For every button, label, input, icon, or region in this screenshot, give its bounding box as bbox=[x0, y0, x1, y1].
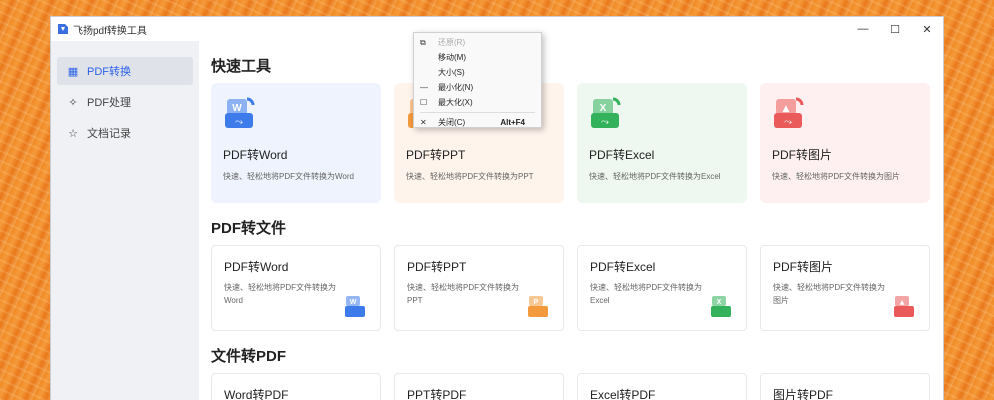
svg-text:X: X bbox=[600, 103, 607, 114]
card-title: PDF转PPT bbox=[407, 260, 467, 274]
sidebar: ▦ PDF转换 ✧ PDF处理 ☆ 文档记录 bbox=[51, 41, 199, 400]
image-pdf-icon: ▲ ⤳ bbox=[774, 97, 804, 128]
card-desc: 快速、轻松地将PDF文件转换为Word bbox=[224, 283, 336, 305]
menu-item-close[interactable]: ✕ 关闭(C) Alt+F4 bbox=[414, 115, 541, 130]
svg-text:⤳: ⤳ bbox=[601, 117, 609, 128]
sidebar-item-label: PDF处理 bbox=[87, 97, 131, 109]
menu-separator bbox=[420, 112, 535, 113]
svg-text:X: X bbox=[717, 299, 722, 306]
card-title: PDF转图片 bbox=[773, 260, 834, 274]
grid-icon: ▦ bbox=[67, 65, 79, 78]
svg-text:⤳: ⤳ bbox=[784, 117, 792, 128]
window-title: 飞扬pdf转换工具 bbox=[73, 25, 147, 37]
card-pdf-to-excel[interactable]: PDF转Excel 快速、轻松地将PDF文件转换为Excel X bbox=[577, 245, 747, 331]
menu-item-label: 最小化(N) bbox=[438, 83, 474, 92]
pdf-to-file-grid: PDF转Word 快速、轻松地将PDF文件转换为Word W PDF转PPT 快… bbox=[211, 245, 931, 331]
app-logo-icon bbox=[58, 24, 68, 34]
close-button[interactable]: ✕ bbox=[911, 17, 943, 41]
file-to-pdf-grid: Word转PDF PPT转PDF Excel转PDF 图片转PDF bbox=[211, 373, 931, 400]
sidebar-item-pdf-process[interactable]: ✧ PDF处理 bbox=[57, 88, 193, 116]
star-icon: ☆ bbox=[68, 127, 78, 140]
card-title: PDF转Word bbox=[223, 148, 288, 162]
card-excel-to-pdf[interactable]: Excel转PDF bbox=[577, 373, 747, 400]
card-pdf-to-ppt[interactable]: PDF转PPT 快速、轻松地将PDF文件转换为PPT P bbox=[394, 245, 564, 331]
menu-item-label: 最大化(X) bbox=[438, 98, 473, 107]
card-desc: 快速、轻松地将PDF文件转换为PPT bbox=[407, 283, 519, 305]
quick-card-pdf-to-image[interactable]: ▲ ⤳ PDF转图片 快速、轻松地将PDF文件转换为图片 bbox=[760, 83, 930, 203]
card-title: PPT转PDF bbox=[407, 388, 467, 400]
card-title: Excel转PDF bbox=[590, 388, 656, 400]
excel-pdf-icon: X bbox=[711, 296, 731, 317]
section-title-quick: 快速工具 bbox=[211, 58, 272, 75]
sidebar-item-pdf-convert[interactable]: ▦ PDF转换 bbox=[57, 57, 193, 85]
card-desc: 快速、轻松地将PDF文件转换为Word bbox=[223, 172, 354, 181]
card-title: PDF转Excel bbox=[589, 148, 655, 162]
card-desc: 快速、轻松地将PDF文件转换为PPT bbox=[406, 172, 534, 181]
quick-tools-grid: W ⤳ PDF转Word 快速、轻松地将PDF文件转换为Word P PDF转P… bbox=[211, 83, 931, 203]
menu-item-minimize[interactable]: — 最小化(N) bbox=[414, 80, 541, 95]
card-desc: 快速、轻松地将PDF文件转换为图片 bbox=[772, 172, 900, 181]
main-content: 快速工具 W ⤳ PDF转Word 快速、轻松地将PDF文件转换为Word PD… bbox=[199, 41, 943, 400]
menu-item-maximize[interactable]: ☐ 最大化(X) bbox=[414, 95, 541, 110]
svg-text:▲: ▲ bbox=[900, 299, 905, 306]
maximize-icon: ☐ bbox=[420, 98, 428, 107]
card-image-to-pdf[interactable]: 图片转PDF bbox=[760, 373, 930, 400]
card-title: PDF转图片 bbox=[772, 148, 833, 162]
card-word-to-pdf[interactable]: Word转PDF bbox=[211, 373, 381, 400]
svg-text:W: W bbox=[350, 299, 357, 306]
card-title: 图片转PDF bbox=[773, 388, 834, 400]
minimize-icon: — bbox=[420, 83, 428, 92]
quick-card-pdf-to-excel[interactable]: X ⤳ PDF转Excel 快速、轻松地将PDF文件转换为Excel bbox=[577, 83, 747, 203]
menu-item-label: 大小(S) bbox=[438, 68, 465, 77]
minimize-icon: — bbox=[857, 23, 869, 35]
minimize-button[interactable]: — bbox=[847, 17, 879, 41]
svg-text:⤳: ⤳ bbox=[235, 117, 243, 128]
menu-item-label: 移动(M) bbox=[438, 53, 466, 62]
menu-item-move[interactable]: 移动(M) bbox=[414, 50, 541, 65]
card-desc: 快速、轻松地将PDF文件转换为图片 bbox=[773, 283, 885, 305]
svg-text:▲: ▲ bbox=[783, 104, 790, 114]
ppt-pdf-icon: P bbox=[528, 296, 548, 317]
card-title: PDF转Excel bbox=[590, 260, 656, 274]
window-controls: — ☐ ✕ bbox=[847, 17, 943, 41]
restore-icon: ⧉ bbox=[420, 37, 426, 47]
excel-pdf-icon: X ⤳ bbox=[591, 97, 621, 128]
image-pdf-icon: ▲ bbox=[894, 296, 914, 317]
close-icon: ✕ bbox=[922, 23, 932, 36]
card-title: PDF转Word bbox=[224, 260, 289, 274]
menu-item-size[interactable]: 大小(S) bbox=[414, 65, 541, 80]
sidebar-item-doc-records[interactable]: ☆ 文档记录 bbox=[57, 119, 193, 147]
magic-wand-icon: ✧ bbox=[68, 96, 78, 109]
svg-text:P: P bbox=[534, 299, 539, 306]
section-title-file-to-pdf: 文件转PDF bbox=[211, 348, 287, 365]
card-desc: 快速、轻松地将PDF文件转换为Excel bbox=[590, 283, 702, 305]
card-title: PDF转PPT bbox=[406, 148, 466, 162]
word-pdf-icon: W bbox=[345, 296, 365, 317]
maximize-icon: ☐ bbox=[890, 23, 900, 36]
close-icon: ✕ bbox=[420, 118, 427, 127]
card-pdf-to-word[interactable]: PDF转Word 快速、轻松地将PDF文件转换为Word W bbox=[211, 245, 381, 331]
card-pdf-to-image[interactable]: PDF转图片 快速、轻松地将PDF文件转换为图片 ▲ bbox=[760, 245, 930, 331]
menu-item-label: 关闭(C) bbox=[438, 118, 466, 127]
sidebar-item-label: 文档记录 bbox=[87, 128, 131, 140]
menu-shortcut: Alt+F4 bbox=[500, 118, 525, 127]
card-ppt-to-pdf[interactable]: PPT转PDF bbox=[394, 373, 564, 400]
system-context-menu: ⧉ 还原(R) 移动(M) 大小(S) — 最小化(N) ☐ 最大化(X) ✕ … bbox=[413, 32, 542, 128]
word-pdf-icon: W ⤳ bbox=[225, 97, 255, 128]
section-title-pdf-to-file: PDF转文件 bbox=[211, 220, 287, 237]
card-title: Word转PDF bbox=[224, 388, 289, 400]
menu-item-restore[interactable]: ⧉ 还原(R) bbox=[414, 35, 541, 50]
menu-item-label: 还原(R) bbox=[438, 38, 466, 47]
maximize-button[interactable]: ☐ bbox=[879, 17, 911, 41]
sidebar-item-label: PDF转换 bbox=[87, 66, 131, 78]
card-desc: 快速、轻松地将PDF文件转换为Excel bbox=[589, 172, 721, 181]
quick-card-pdf-to-word[interactable]: W ⤳ PDF转Word 快速、轻松地将PDF文件转换为Word bbox=[211, 83, 381, 203]
svg-text:W: W bbox=[232, 103, 242, 114]
